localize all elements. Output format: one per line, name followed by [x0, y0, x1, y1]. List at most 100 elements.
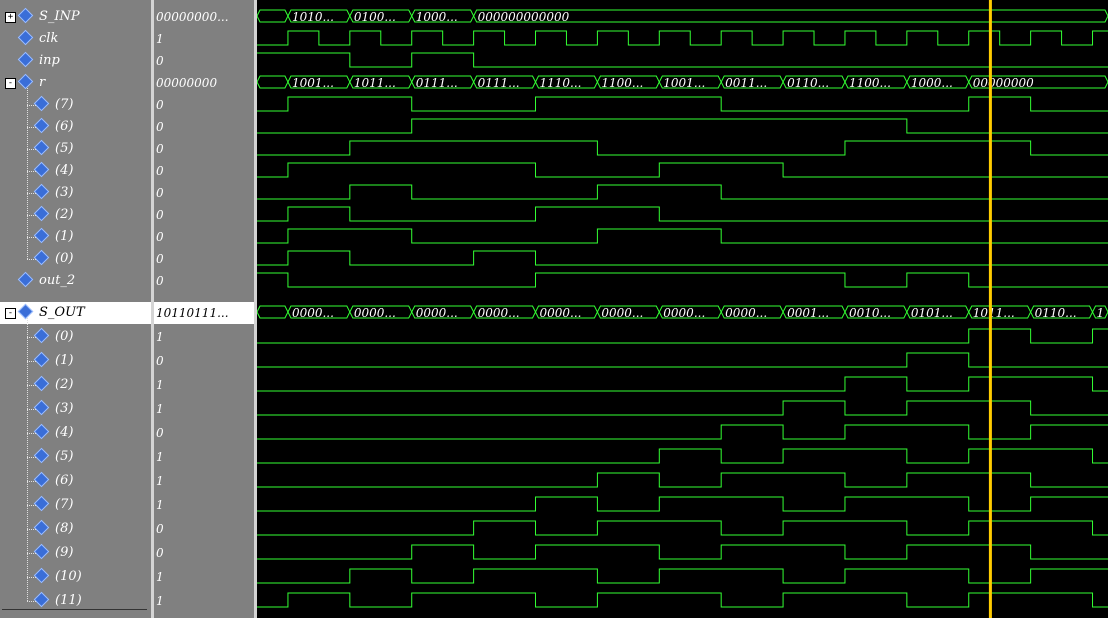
- bit-trace: [257, 272, 1108, 288]
- bit-trace: [257, 184, 1108, 200]
- signal-diamond-icon: [33, 447, 50, 464]
- signal-name-row[interactable]: inp: [17, 50, 60, 72]
- signal-name-row[interactable]: S_INP: [17, 6, 80, 28]
- tree-connector: [27, 409, 36, 410]
- horizontal-scrollbar[interactable]: [2, 609, 147, 610]
- bit-trace: [257, 118, 1108, 134]
- signal-diamond-icon: [33, 423, 50, 440]
- bus-segment-label: 0010...: [849, 306, 891, 320]
- bit-trace: [257, 400, 1108, 416]
- signal-names-pane[interactable]: S_INP + clk inp r - (7) (6) (5) (4) (3) (2) (1) (0) ou…: [0, 0, 151, 618]
- signal-name-label: (0): [55, 251, 74, 266]
- signal-name-label: (10): [55, 569, 82, 584]
- waveform-bit: [257, 448, 1108, 464]
- collapse-minus-icon[interactable]: -: [5, 308, 16, 319]
- bus-segment-label: 1: [1097, 306, 1105, 320]
- signal-name-row[interactable]: (6): [33, 470, 73, 492]
- bit-trace: [257, 544, 1108, 560]
- tree-connector: [27, 127, 36, 128]
- expand-plus-icon[interactable]: +: [5, 12, 16, 23]
- tree-connector: [27, 171, 36, 172]
- signal-name-row[interactable]: (10): [33, 566, 82, 588]
- collapse-minus-icon[interactable]: -: [5, 78, 16, 89]
- waveform-canvas[interactable]: 1010... 0100... 1000... 000000000000 1001...…: [257, 0, 1108, 618]
- waveform-pane[interactable]: 1010... 0100... 1000... 000000000000 1001...…: [257, 0, 1108, 618]
- bus-segment: [257, 75, 289, 89]
- tree-connector: [27, 577, 36, 578]
- signal-name-row[interactable]: (8): [33, 518, 74, 540]
- tree-connector: [27, 529, 36, 530]
- signal-name-row[interactable]: (5): [33, 138, 73, 160]
- waveform-bit: [257, 400, 1108, 416]
- tree-connector: [27, 259, 36, 260]
- waveform-bit: [257, 118, 1108, 134]
- bit-trace: [257, 140, 1108, 156]
- signal-name-label: (4): [55, 425, 74, 440]
- signal-value-cell: 1: [156, 378, 164, 392]
- signal-name-row[interactable]: (6): [33, 116, 73, 138]
- signal-name-row[interactable]: out_2: [17, 270, 75, 292]
- waveform-bit: [257, 544, 1108, 560]
- bus-segment-label: 0000...: [540, 306, 582, 320]
- bit-trace: [257, 520, 1108, 536]
- signal-name-label: (11): [55, 593, 82, 608]
- signal-name-row[interactable]: clk: [17, 28, 58, 50]
- signal-name-label: (8): [55, 521, 74, 536]
- signal-name-row[interactable]: (0): [33, 248, 74, 270]
- tree-connector: [27, 215, 36, 216]
- bus-segment-label: 0000...: [663, 306, 705, 320]
- signal-name-row[interactable]: (7): [33, 94, 73, 116]
- tree-connector: [27, 193, 36, 194]
- tree-connector: [27, 149, 36, 150]
- waveform-bit: [257, 250, 1108, 266]
- signal-name-row[interactable]: (1): [33, 350, 73, 372]
- signal-value-cell: 1: [156, 474, 164, 488]
- bus-segment-label: 0000...: [416, 306, 458, 320]
- signal-value-cell: 0: [156, 98, 164, 112]
- bus-segment-label: 1011...: [354, 76, 396, 90]
- signal-name-row[interactable]: (2): [33, 204, 73, 226]
- signal-name-label: (5): [55, 449, 74, 464]
- tree-connector: [27, 105, 36, 106]
- signal-name-row[interactable]: (4): [33, 422, 74, 444]
- bus-segment: [257, 9, 289, 23]
- signal-name-row[interactable]: (3): [33, 182, 73, 204]
- signal-value-cell: 0: [156, 164, 164, 178]
- bit-trace: [257, 52, 1108, 68]
- bus-segment-label: 1010...: [292, 10, 334, 24]
- signal-diamond-icon: [17, 7, 34, 24]
- tree-connector: [27, 553, 36, 554]
- bus-segment-label: 1000...: [911, 76, 953, 90]
- signal-value-cell: 10110111...: [154, 302, 254, 324]
- signal-value-cell: 0: [156, 54, 164, 68]
- bit-trace: [257, 472, 1108, 488]
- signal-name-row[interactable]: (2): [33, 374, 73, 396]
- bus-segment-label: 0000...: [292, 306, 334, 320]
- signal-name-label: (9): [55, 545, 74, 560]
- signal-name-row[interactable]: S_OUT: [0, 302, 151, 324]
- bus-segment-label: 0000...: [478, 306, 520, 320]
- bit-trace: [257, 352, 1108, 368]
- waveform-bit: [257, 206, 1108, 222]
- signal-name-row[interactable]: (4): [33, 160, 73, 182]
- waveform-bus: 1001... 1011... 0111... 0111... 1110... 1100.…: [257, 75, 1108, 90]
- signal-values-pane[interactable]: 00000000... 1 0 00000000 0 0 0 0 0 0 0 0 0 10110111..…: [154, 0, 254, 618]
- signal-name-row[interactable]: (3): [33, 398, 73, 420]
- bus-segment: [257, 305, 289, 319]
- signal-name-row[interactable]: r: [17, 72, 45, 94]
- waveform-bit: [257, 228, 1108, 244]
- signal-value-cell: 0: [156, 230, 164, 244]
- tree-connector: [27, 601, 36, 602]
- signal-diamond-icon: [17, 271, 34, 288]
- signal-diamond-icon: [33, 205, 50, 222]
- signal-name-row[interactable]: (1): [33, 226, 73, 248]
- signal-name-row[interactable]: (0): [33, 326, 73, 348]
- waveform-bit: [257, 568, 1108, 584]
- signal-name-row[interactable]: (9): [33, 542, 74, 564]
- bit-trace: [257, 496, 1108, 512]
- tree-connector: [27, 88, 28, 259]
- waveform-bit: [257, 520, 1108, 536]
- bit-trace: [257, 228, 1108, 244]
- signal-name-row[interactable]: (5): [33, 446, 74, 468]
- signal-name-row[interactable]: (7): [33, 494, 73, 516]
